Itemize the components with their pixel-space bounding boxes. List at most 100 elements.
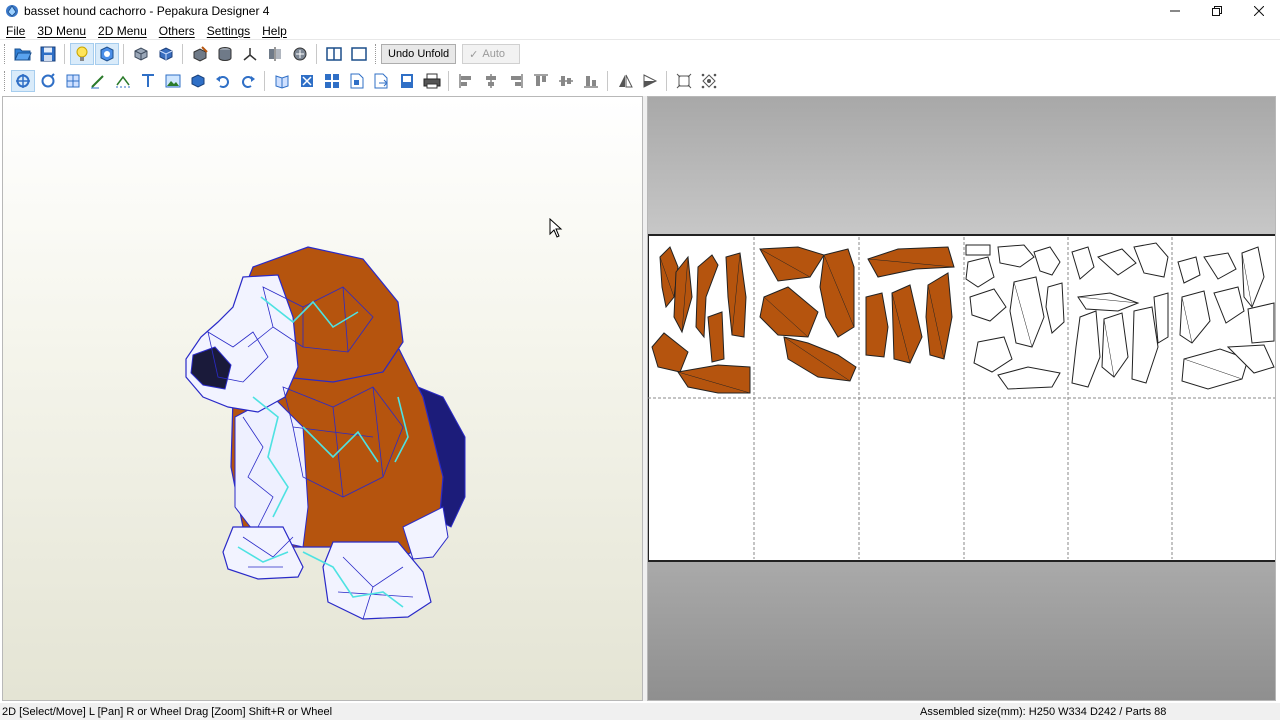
print-preview-button[interactable] bbox=[395, 70, 419, 92]
toolbar-grip[interactable] bbox=[4, 71, 7, 91]
auto-checkbox[interactable]: ✓ Auto bbox=[462, 44, 521, 64]
redo-button[interactable] bbox=[236, 70, 260, 92]
link-button[interactable] bbox=[288, 43, 312, 65]
rotate-flip-button[interactable] bbox=[154, 43, 178, 65]
split-view-icon bbox=[325, 47, 342, 61]
rotate-model-icon bbox=[134, 47, 147, 61]
move-parts-icon bbox=[191, 74, 204, 88]
cube-edit-icon bbox=[193, 46, 208, 62]
mirror-icon bbox=[268, 47, 281, 61]
align-right-button[interactable] bbox=[504, 70, 528, 92]
export-icon bbox=[374, 73, 388, 89]
align-bottom-button[interactable] bbox=[579, 70, 603, 92]
toolbar-separator bbox=[264, 71, 265, 91]
flip-h-icon bbox=[618, 74, 633, 88]
unfold-button[interactable] bbox=[270, 70, 294, 92]
pattern-layout[interactable] bbox=[648, 97, 1276, 701]
align-left-icon bbox=[459, 74, 471, 88]
image-icon bbox=[165, 74, 180, 88]
rotate-icon bbox=[41, 73, 55, 88]
cylinder-button[interactable] bbox=[213, 43, 237, 65]
split-view-button[interactable] bbox=[322, 43, 346, 65]
grid-button[interactable] bbox=[697, 70, 721, 92]
viewport-3d[interactable] bbox=[2, 96, 643, 701]
align-middle-icon bbox=[558, 76, 573, 86]
menu-others[interactable]: Others bbox=[153, 24, 201, 38]
toolbar-separator bbox=[448, 71, 449, 91]
save-button[interactable] bbox=[36, 43, 60, 65]
restore-button[interactable] bbox=[1196, 0, 1238, 22]
menu-settings[interactable]: Settings bbox=[201, 24, 256, 38]
window-title: basset hound cachorro - Pepakura Designe… bbox=[24, 4, 270, 18]
dog-3d-model[interactable] bbox=[3, 97, 643, 701]
single-view-button[interactable] bbox=[347, 43, 371, 65]
status-assembled-size: Assembled size(mm): H250 W334 D242 / Par… bbox=[920, 705, 1167, 718]
align-left-button[interactable] bbox=[454, 70, 478, 92]
undo-button[interactable] bbox=[211, 70, 235, 92]
export-button[interactable] bbox=[370, 70, 394, 92]
flip-v-icon bbox=[643, 74, 657, 88]
join-parts-button[interactable] bbox=[61, 70, 85, 92]
close-button[interactable] bbox=[1238, 0, 1280, 22]
fit-icon bbox=[676, 73, 691, 89]
toolbar-main: Undo Unfold ✓ Auto bbox=[0, 41, 1280, 67]
toolbar-edit bbox=[0, 68, 1280, 94]
texture-button[interactable] bbox=[94, 43, 119, 65]
align-middle-button[interactable] bbox=[554, 70, 578, 92]
pen-icon bbox=[90, 75, 104, 89]
cylinder-icon bbox=[218, 47, 231, 61]
text-icon bbox=[141, 74, 154, 87]
page-button[interactable] bbox=[345, 70, 369, 92]
select-move-button[interactable] bbox=[10, 70, 35, 92]
sheet-3-parts[interactable] bbox=[865, 246, 955, 364]
sheet-6-parts[interactable] bbox=[1177, 246, 1275, 390]
open-file-icon bbox=[13, 48, 32, 61]
fold-line-icon bbox=[115, 75, 130, 88]
flip-v-button[interactable] bbox=[638, 70, 662, 92]
open-button[interactable] bbox=[11, 43, 35, 65]
menu-help[interactable]: Help bbox=[256, 24, 293, 38]
print-button[interactable] bbox=[420, 70, 444, 92]
axis-button[interactable] bbox=[238, 43, 262, 65]
menu-3d[interactable]: 3D Menu bbox=[31, 24, 92, 38]
toolbar-separator bbox=[316, 44, 317, 64]
undo-unfold-button[interactable]: Undo Unfold bbox=[381, 44, 457, 64]
minimize-button[interactable] bbox=[1154, 0, 1196, 22]
image-button[interactable] bbox=[161, 70, 185, 92]
fit-button[interactable] bbox=[672, 70, 696, 92]
toolbar-grip[interactable] bbox=[375, 44, 378, 64]
align-center-button[interactable] bbox=[479, 70, 503, 92]
pen-button[interactable] bbox=[86, 70, 110, 92]
scale-button[interactable] bbox=[295, 70, 319, 92]
menu-file[interactable]: File bbox=[0, 24, 31, 38]
flip-h-button[interactable] bbox=[613, 70, 637, 92]
mirror-button[interactable] bbox=[263, 43, 287, 65]
menu-bar: File 3D Menu 2D Menu Others Settings Hel… bbox=[0, 22, 1280, 40]
join-parts-icon bbox=[66, 74, 79, 88]
close-icon bbox=[1254, 6, 1264, 16]
rotate-flip-icon bbox=[159, 47, 172, 61]
undo-icon bbox=[215, 76, 229, 88]
fold-line-button[interactable] bbox=[111, 70, 135, 92]
light-button[interactable] bbox=[69, 43, 94, 65]
align-center-icon bbox=[485, 74, 496, 88]
menu-2d[interactable]: 2D Menu bbox=[92, 24, 153, 38]
arrange-button[interactable] bbox=[320, 70, 344, 92]
toolbar-separator bbox=[182, 44, 183, 64]
axis-icon bbox=[243, 48, 256, 61]
viewport-2d[interactable] bbox=[647, 96, 1276, 701]
auto-label: Auto bbox=[482, 48, 506, 60]
move-parts-button[interactable] bbox=[186, 70, 210, 92]
rotate-model-button[interactable] bbox=[129, 43, 153, 65]
text-button[interactable] bbox=[136, 70, 160, 92]
rotate-button[interactable] bbox=[36, 70, 60, 92]
align-top-button[interactable] bbox=[529, 70, 553, 92]
toolbar-separator bbox=[64, 44, 65, 64]
restore-icon bbox=[1212, 6, 1222, 16]
save-icon bbox=[40, 46, 55, 62]
redo-icon bbox=[241, 76, 255, 88]
toolbar-grip[interactable] bbox=[4, 44, 7, 64]
toolbar-separator bbox=[607, 71, 608, 91]
select-move-icon bbox=[15, 74, 30, 88]
cube-edit-button[interactable] bbox=[188, 43, 212, 65]
